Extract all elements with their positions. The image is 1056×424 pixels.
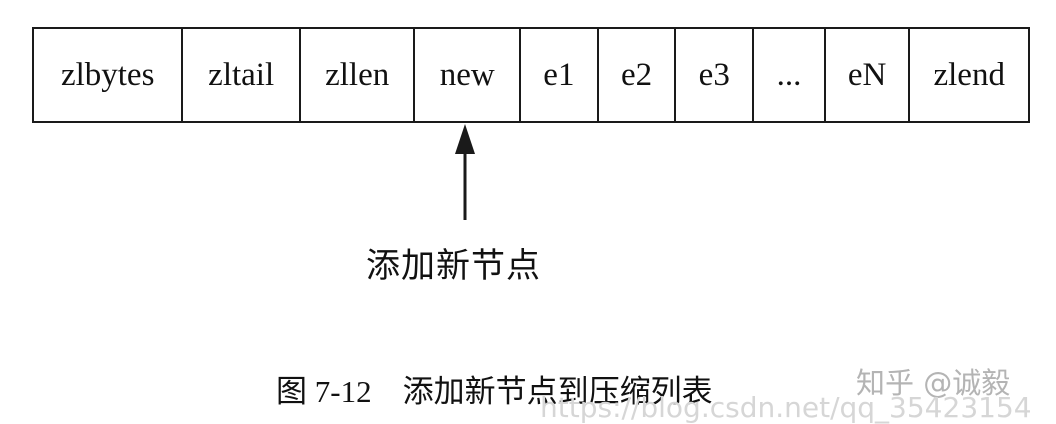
- ziplist-diagram: zlbytes zltail zllen new e1 e2 e3 ... eN…: [32, 27, 1030, 123]
- entry-e2-cell: e2: [596, 29, 675, 121]
- entry-en-cell: eN: [823, 29, 909, 121]
- zlend-cell: zlend: [908, 29, 1028, 121]
- ellipsis-cell: ...: [752, 29, 824, 121]
- new-entry-cell: new: [413, 29, 519, 121]
- zlbytes-cell: zlbytes: [60, 56, 155, 93]
- insert-node-label: 添加新节点: [366, 248, 541, 285]
- entry-e3-cell: e3: [674, 29, 752, 121]
- entry-e1-cell: e1: [519, 29, 597, 121]
- arrow-head: [455, 124, 475, 154]
- csdn-url-watermark: https://blog.csdn.net/qq_35423154: [540, 391, 1032, 424]
- insert-arrow: [455, 124, 475, 220]
- zllen-cell: zllen: [298, 29, 414, 121]
- zltail-cell: zltail: [181, 29, 299, 121]
